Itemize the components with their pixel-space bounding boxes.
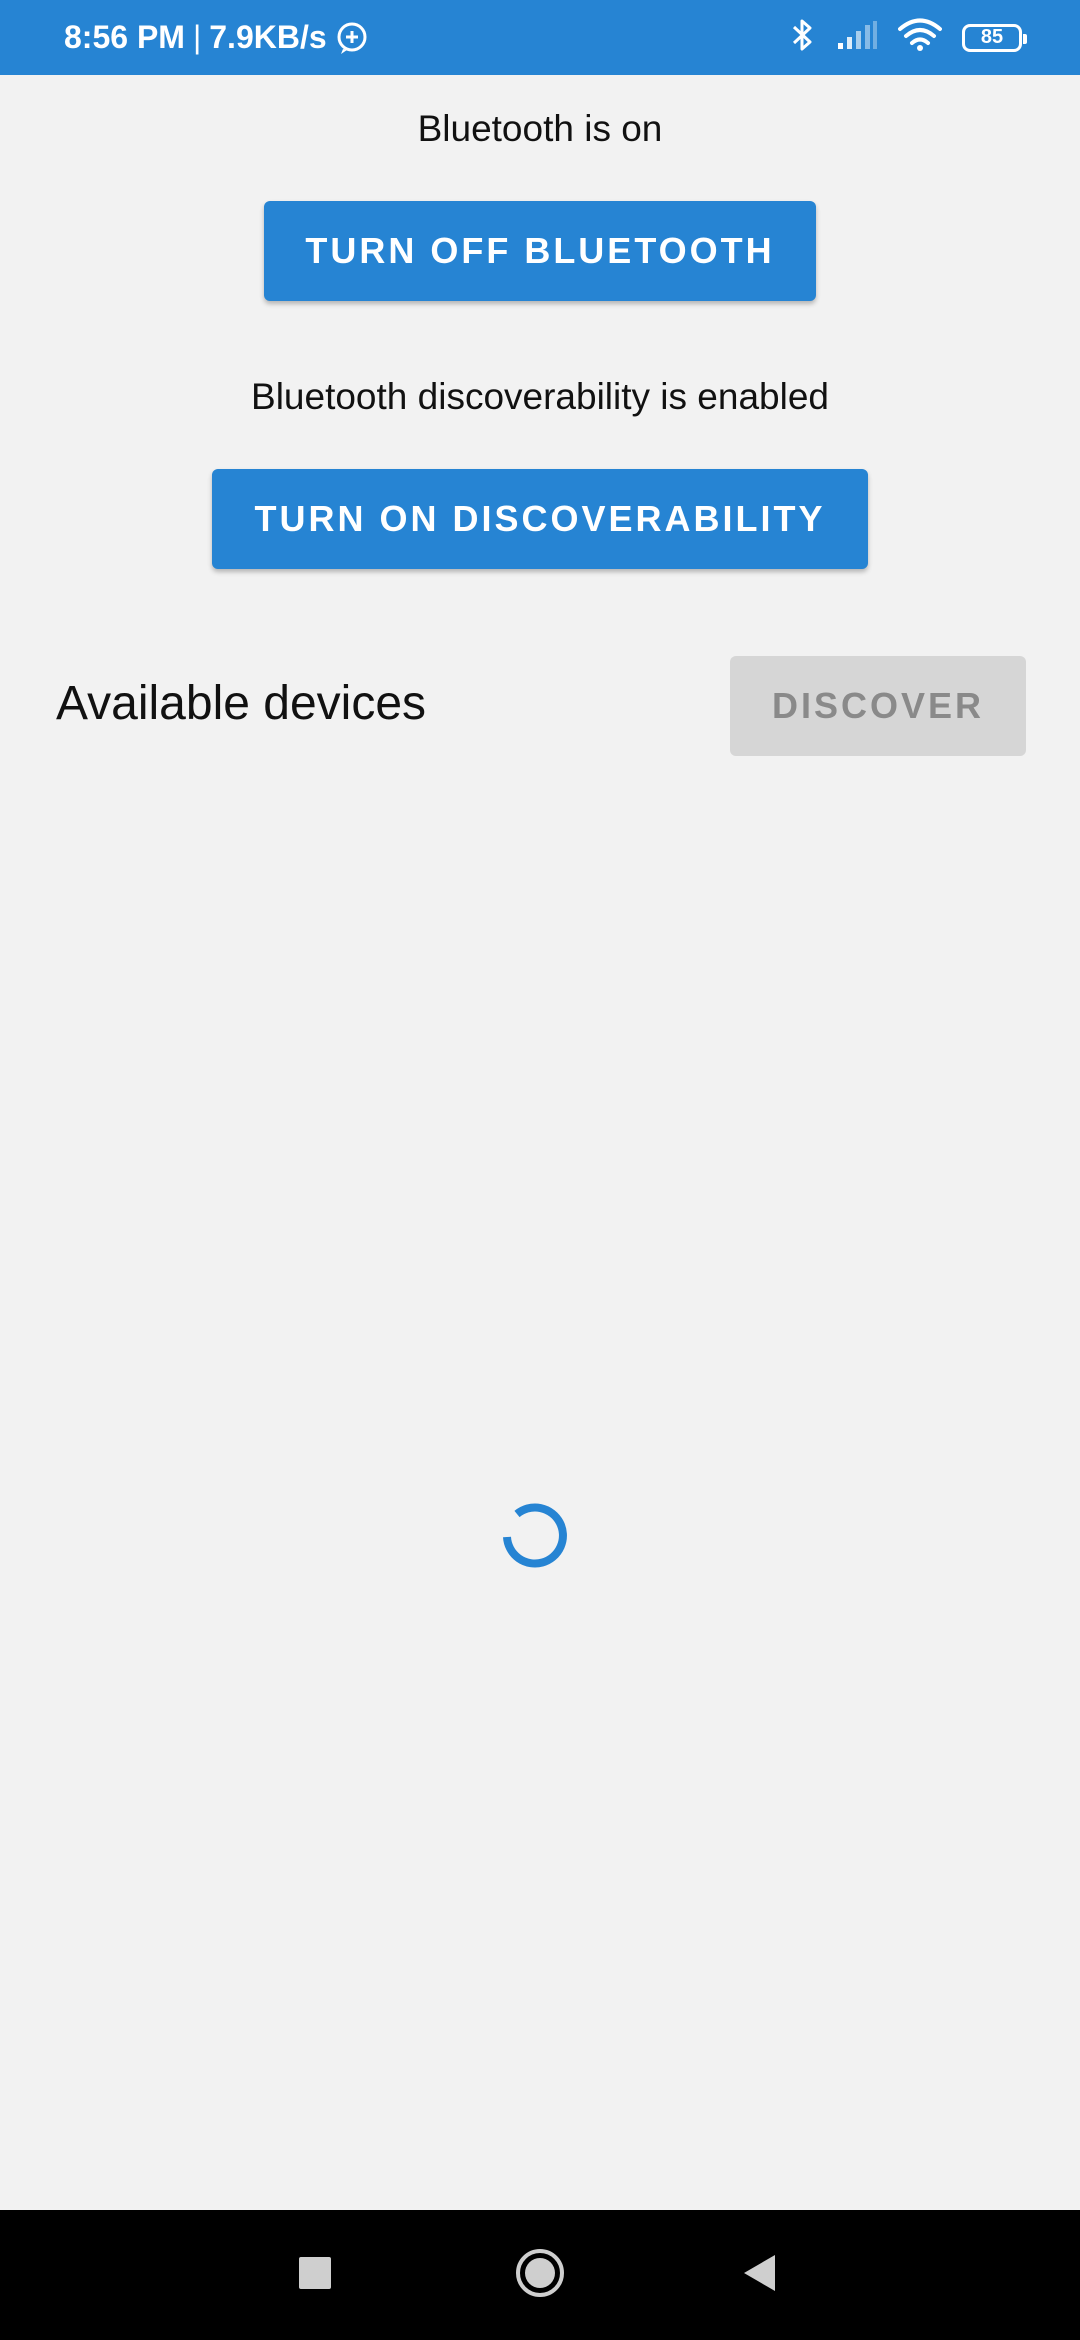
battery-icon: 85 — [962, 23, 1027, 52]
network-speed: 7.9KB/s — [209, 19, 327, 55]
home-button[interactable] — [495, 2210, 585, 2340]
signal-icon — [836, 19, 878, 56]
status-bar: 8:56 PM | 7.9KB/s 85 — [0, 0, 1080, 75]
turn-off-bluetooth-button[interactable]: TURN OFF BLUETOOTH — [264, 201, 816, 301]
loading-spinner — [486, 1470, 606, 1590]
back-button[interactable] — [715, 2210, 805, 2340]
recents-button[interactable] — [270, 2210, 360, 2340]
wifi-icon — [898, 18, 942, 57]
turn-on-discoverability-label: TURN ON DISCOVERABILITY — [254, 498, 826, 539]
navigation-bar — [0, 2210, 1080, 2340]
turn-off-bluetooth-label: TURN OFF BLUETOOTH — [305, 230, 775, 271]
bluetooth-icon — [790, 17, 816, 58]
notification-icon — [335, 21, 369, 55]
turn-on-discoverability-button[interactable]: TURN ON DISCOVERABILITY — [212, 469, 868, 569]
home-icon — [514, 2247, 566, 2304]
back-icon — [741, 2253, 779, 2298]
battery-level: 85 — [980, 26, 1004, 48]
available-devices-title: Available devices — [56, 677, 427, 730]
recents-icon — [298, 2256, 332, 2295]
bluetooth-status-text: Bluetooth is on — [417, 108, 663, 149]
clock: 8:56 PM — [64, 19, 185, 55]
discoverability-status-text: Bluetooth discoverability is enabled — [251, 376, 829, 417]
status-left: 8:56 PM | 7.9KB/s — [64, 0, 369, 75]
discover-button[interactable]: DISCOVER — [730, 656, 1026, 756]
discover-label: DISCOVER — [771, 685, 985, 726]
status-separator: | — [192, 19, 202, 55]
status-right: 85 — [790, 0, 1027, 75]
